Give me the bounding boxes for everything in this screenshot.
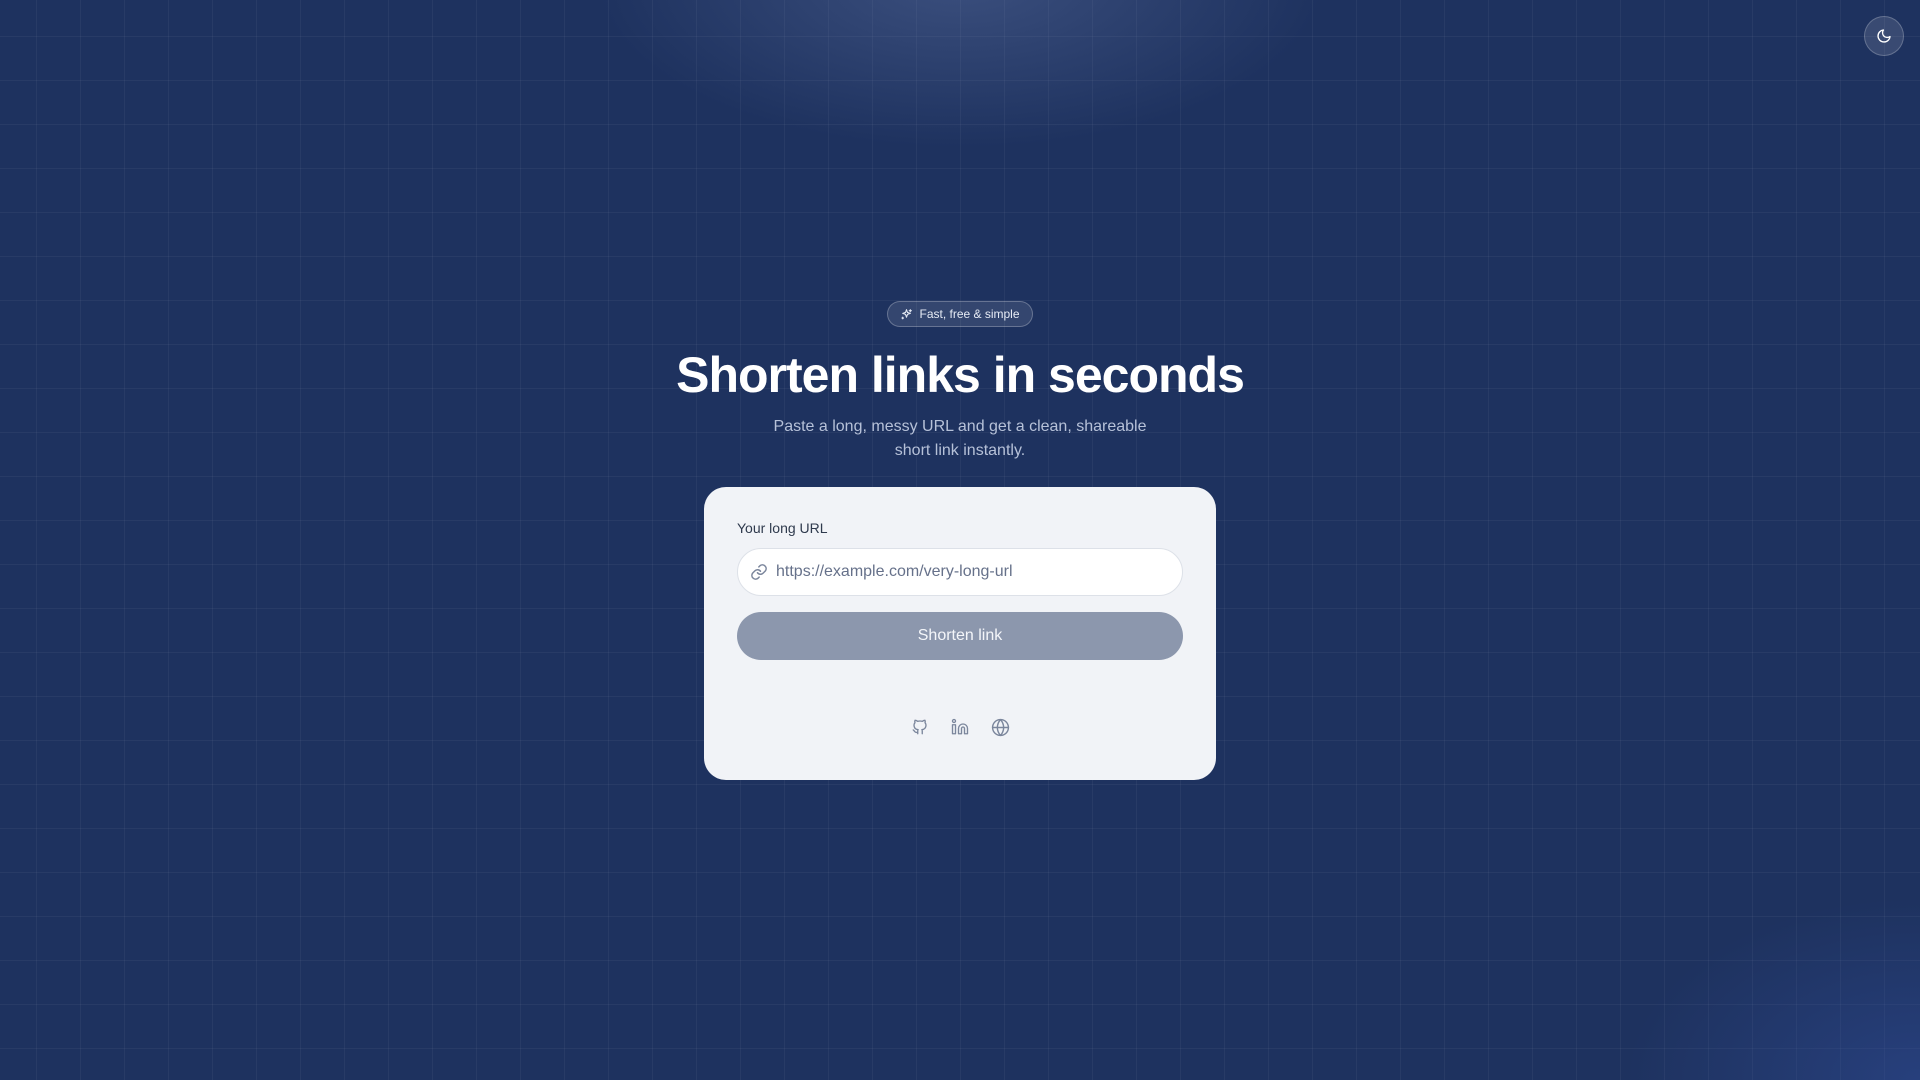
badge-label: Fast, free & simple — [919, 307, 1020, 321]
page-title: Shorten links in seconds — [676, 347, 1245, 403]
hero-section: Fast, free & simple Shorten links in sec… — [0, 301, 1920, 463]
social-links — [737, 716, 1183, 738]
theme-toggle-button[interactable] — [1864, 16, 1904, 56]
url-field[interactable] — [737, 548, 1183, 596]
feature-badge: Fast, free & simple — [887, 301, 1033, 327]
url-field-label: Your long URL — [737, 520, 828, 536]
shorten-link-button[interactable]: Shorten link — [737, 612, 1183, 660]
link-icon — [750, 563, 768, 581]
shorten-card: Your long URL Shorten link — [704, 487, 1216, 780]
github-icon[interactable] — [909, 716, 931, 738]
linkedin-icon[interactable] — [949, 716, 971, 738]
page-subtitle: Paste a long, messy URL and get a clean,… — [773, 418, 1147, 459]
sparkles-icon — [900, 308, 913, 321]
globe-icon[interactable] — [989, 716, 1011, 738]
moon-icon — [1876, 28, 1892, 44]
url-input[interactable] — [776, 563, 1156, 581]
